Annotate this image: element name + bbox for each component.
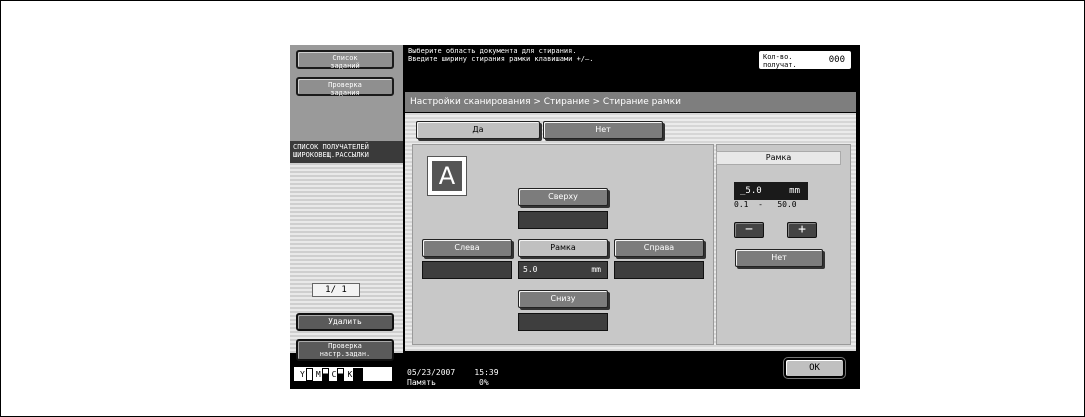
frame-width-value: _5.0 xyxy=(740,186,762,196)
frame-width-unit: mm xyxy=(789,186,800,196)
frame-setting-title: Рамка xyxy=(716,151,841,165)
bottom-field xyxy=(518,313,608,331)
recipient-list-header: СПИСОК ПОЛУЧАТЕЛЕЙ ШИРОКОВЕЩ.РАССЫЛКИ xyxy=(290,141,403,163)
recipient-counter: Кол-во. получат. 000 xyxy=(758,50,852,70)
toner-c-label: C xyxy=(331,370,337,379)
frame-field: 5.0 mm xyxy=(518,261,608,279)
delete-button[interactable]: Удалить xyxy=(296,313,394,331)
memory-value: 0% xyxy=(479,378,489,387)
left-button[interactable]: Слева xyxy=(422,239,512,257)
top-button[interactable]: Сверху xyxy=(518,188,608,206)
job-list-button[interactable]: Список заданий xyxy=(296,50,394,70)
none-button[interactable]: Нет xyxy=(735,249,823,267)
right-button[interactable]: Справа xyxy=(614,239,704,257)
frame-setting-panel xyxy=(716,144,851,345)
breadcrumb: Настройки сканирования > Стирание > Стир… xyxy=(405,92,856,112)
yes-button[interactable]: Да xyxy=(416,121,540,139)
toner-m-label: M xyxy=(315,370,321,379)
document-icon-letter: A xyxy=(432,161,462,191)
frame-button[interactable]: Рамка xyxy=(518,239,608,257)
right-field xyxy=(614,261,704,279)
frame-unit: mm xyxy=(591,265,601,274)
frame-value: 5.0 xyxy=(523,265,538,274)
ok-button[interactable]: OK xyxy=(784,358,845,378)
document-icon: A xyxy=(427,156,467,196)
counter-value: 000 xyxy=(828,55,845,65)
toner-m-bar xyxy=(321,368,329,381)
datetime: 05/23/2007 15:39 xyxy=(407,368,499,377)
device-panel: Список заданий Проверка задания СПИСОК П… xyxy=(290,45,860,389)
bottom-button[interactable]: Снизу xyxy=(518,290,608,308)
memory-label: Память xyxy=(407,378,436,387)
frame-width-range: 0.1 - 50.0 xyxy=(734,200,797,209)
toner-indicator: YMCK xyxy=(293,366,393,382)
toner-k-label: K xyxy=(347,370,353,379)
toner-y-label: Y xyxy=(300,370,305,379)
left-field xyxy=(422,261,512,279)
counter-label: Кол-во. получат. xyxy=(763,53,797,69)
decrease-button[interactable]: − xyxy=(734,222,764,238)
frame-width-input[interactable]: _5.0 mm xyxy=(734,182,808,200)
instruction-message: Выберите область документа для стирания.… xyxy=(408,47,594,63)
page-indicator: 1/ 1 xyxy=(312,283,360,297)
no-button[interactable]: Нет xyxy=(543,121,663,139)
check-settings-button[interactable]: Проверка настр.задан. xyxy=(296,339,394,361)
job-check-button[interactable]: Проверка задания xyxy=(296,77,394,97)
toner-y-bar xyxy=(305,368,313,381)
toner-c-bar xyxy=(337,368,345,381)
toner-k-bar xyxy=(353,368,364,381)
increase-button[interactable]: + xyxy=(787,222,817,238)
top-field xyxy=(518,211,608,229)
